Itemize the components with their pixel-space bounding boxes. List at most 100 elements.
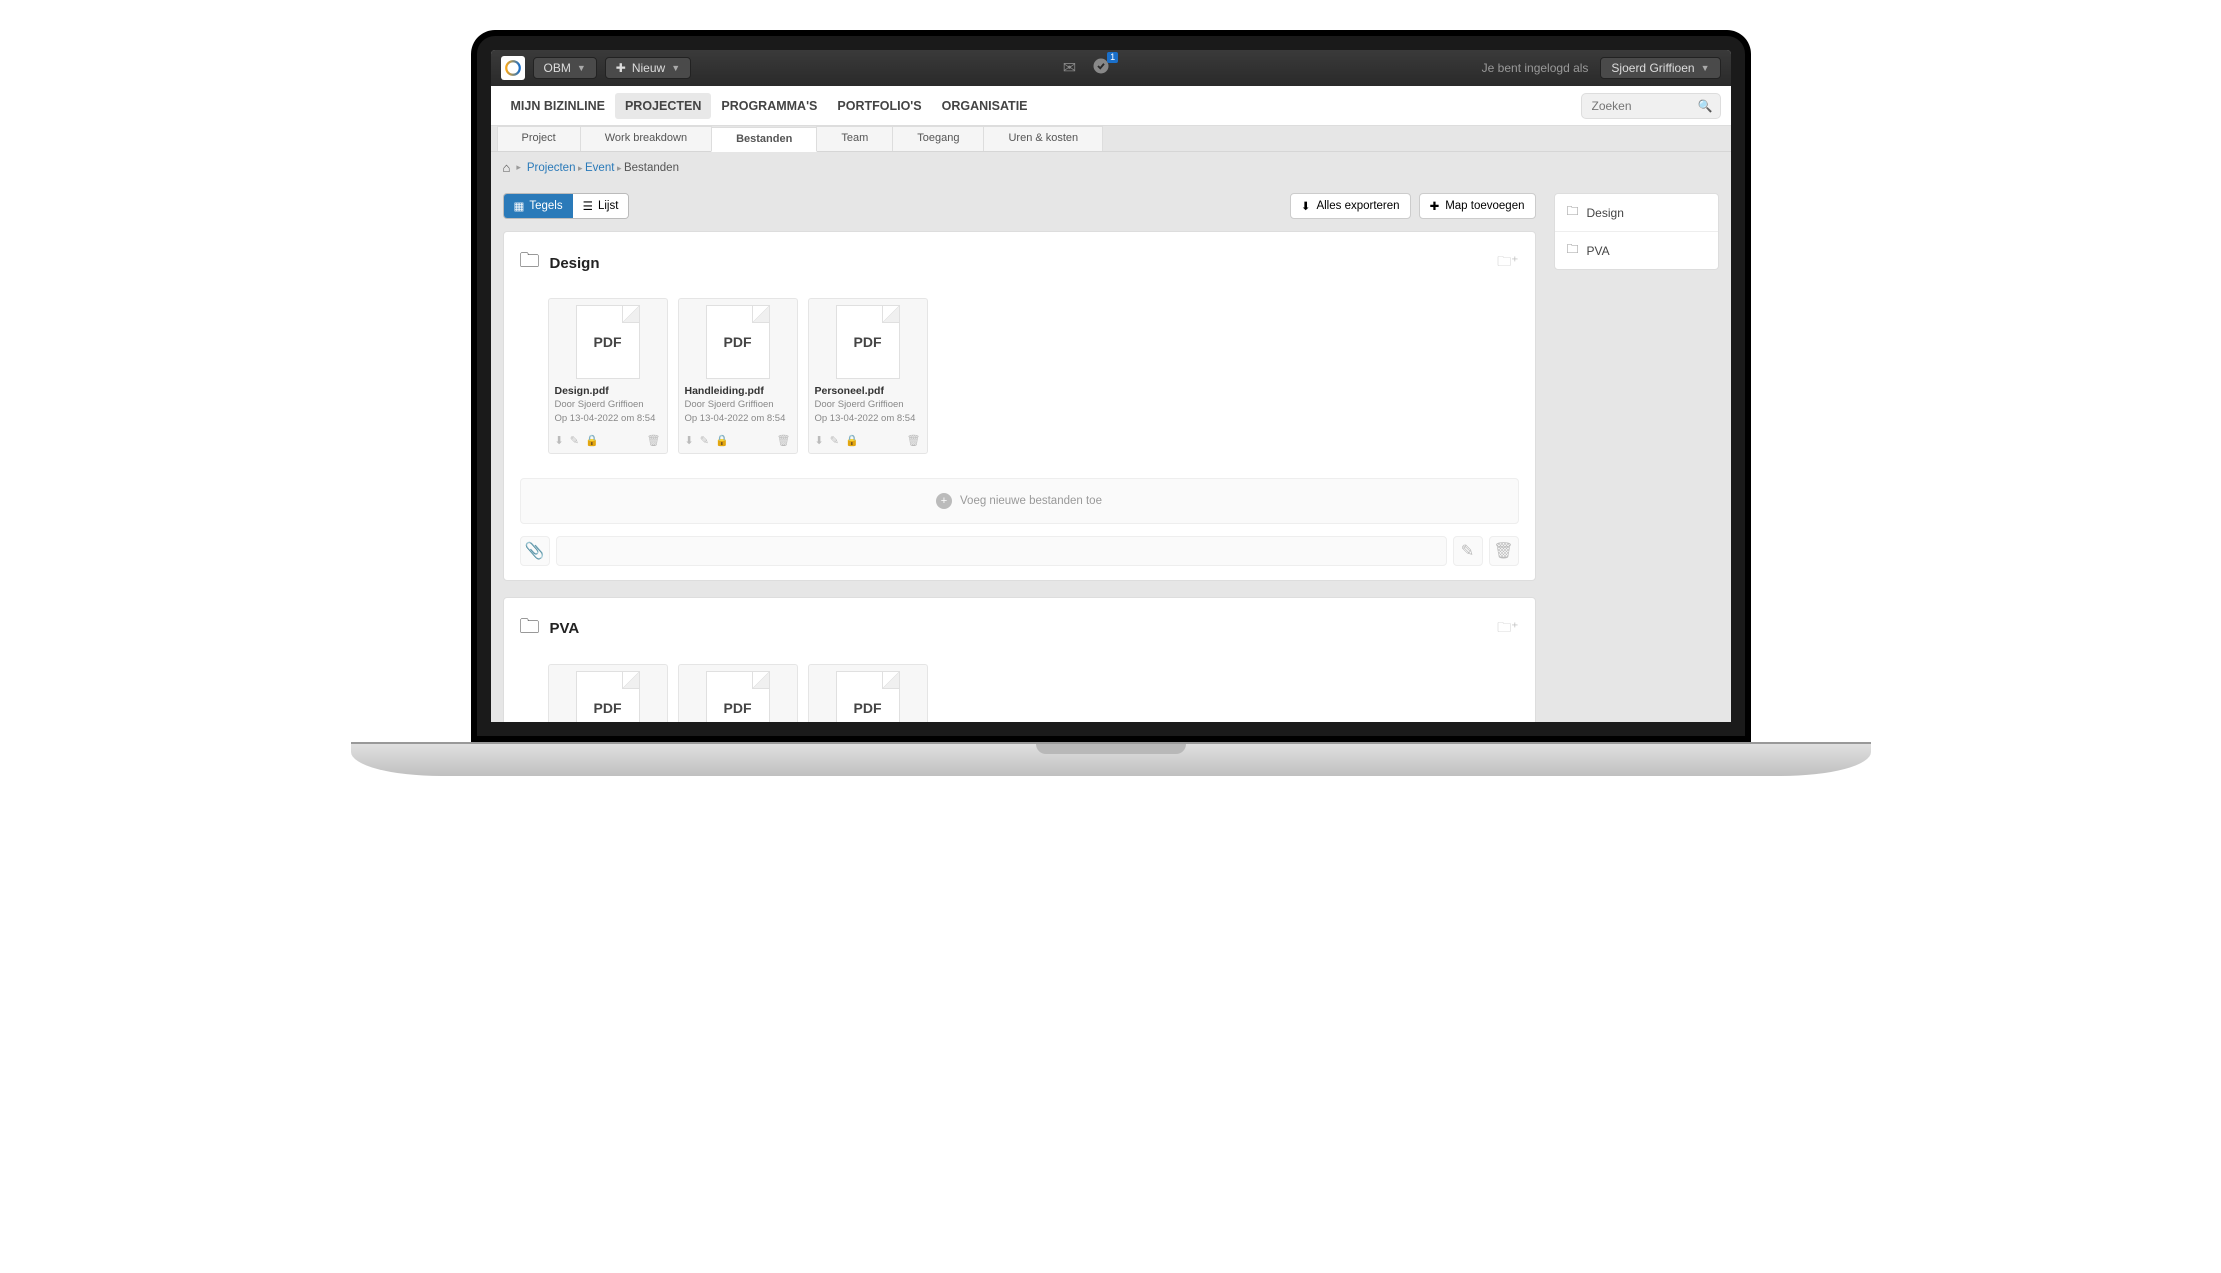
edit-icon[interactable]: ✎ bbox=[830, 434, 839, 447]
file-thumb: PDF bbox=[706, 671, 770, 722]
folder-title: Design bbox=[550, 255, 600, 272]
download-icon[interactable]: ⬇ bbox=[815, 434, 824, 447]
list-icon: ☰ bbox=[583, 199, 593, 213]
nav-item[interactable]: MIJN BIZINLINE bbox=[501, 93, 615, 119]
add-subfolder-icon[interactable]: 🗀⁺ bbox=[1497, 251, 1518, 275]
add-files-label: Voeg nieuwe bestanden toe bbox=[960, 495, 1102, 507]
subtab[interactable]: Toegang bbox=[892, 126, 984, 151]
folder-sidebar: 🗀Design🗀PVA bbox=[1554, 193, 1719, 270]
caret-down-icon: ▼ bbox=[577, 63, 586, 73]
view-list-button[interactable]: ☰ Lijst bbox=[573, 194, 629, 218]
subtab[interactable]: Uren & kosten bbox=[983, 126, 1103, 151]
view-tiles-label: Tegels bbox=[529, 200, 562, 212]
home-icon[interactable]: ⌂ bbox=[503, 160, 511, 175]
trash-icon[interactable]: 🗑 bbox=[647, 434, 661, 447]
trash-icon[interactable]: 🗑 bbox=[907, 434, 921, 447]
file-tile[interactable]: PDF Handleiding.pdf Door Sjoerd Griffioen O… bbox=[678, 298, 798, 454]
subtab[interactable]: Project bbox=[497, 126, 581, 151]
notification-badge: 1 bbox=[1107, 52, 1118, 63]
chevron-right-icon: ▸ bbox=[575, 163, 585, 173]
plus-icon: + bbox=[936, 493, 952, 509]
view-tiles-button[interactable]: ▦ Tegels bbox=[504, 194, 573, 218]
folder-panel: 🗀PVA🗀⁺PDFHandleiding.pdfDoor Sjoerd Grif… bbox=[503, 597, 1536, 722]
download-icon[interactable]: ⬇ bbox=[555, 434, 564, 447]
file-thumb: PDF bbox=[836, 671, 900, 722]
sidebar-folder-item[interactable]: 🗀 PVA bbox=[1555, 232, 1718, 269]
file-tile[interactable]: PDFLocaties.pdfDoor Sjoerd GriffioenOp 1… bbox=[678, 664, 798, 722]
subtabs: ProjectWork breakdownBestandenTeamToegan… bbox=[491, 126, 1731, 152]
sidebar-folder-item[interactable]: 🗀Design bbox=[1555, 194, 1718, 232]
plus-icon: ✚ bbox=[616, 61, 626, 75]
tasks-icon[interactable]: 1 bbox=[1088, 57, 1114, 80]
add-folder-label: Map toevoegen bbox=[1445, 200, 1524, 212]
breadcrumb-link[interactable]: Event bbox=[585, 162, 614, 174]
caret-down-icon: ▼ bbox=[1701, 63, 1710, 73]
file-thumb: PDF bbox=[576, 305, 640, 379]
chevron-right-icon: ▸ bbox=[614, 163, 624, 173]
download-icon: ⬇ bbox=[1301, 199, 1311, 213]
view-list-label: Lijst bbox=[598, 200, 618, 212]
file-date: Op 13-04-2022 om 8:54 bbox=[815, 413, 921, 425]
file-tile[interactable]: PDFHandleiding.pdfDoor Sjoerd GriffioenO… bbox=[548, 664, 668, 722]
folder-title: PVA bbox=[550, 620, 580, 637]
caret-down-icon: ▼ bbox=[671, 63, 680, 73]
file-tile[interactable]: PDF Design.pdf Door Sjoerd Griffioen Op 13-… bbox=[548, 298, 668, 454]
download-icon[interactable]: ⬇ bbox=[685, 434, 694, 447]
add-subfolder-icon[interactable]: 🗀⁺ bbox=[1497, 617, 1518, 641]
grid-icon: ▦ bbox=[514, 199, 525, 213]
breadcrumb-current: Bestanden bbox=[624, 162, 679, 174]
add-folder-button[interactable]: ✚ Map toevoegen bbox=[1419, 193, 1536, 219]
mail-icon[interactable]: ✉ bbox=[1059, 58, 1080, 78]
plus-circle-icon: ✚ bbox=[1430, 199, 1440, 213]
file-name: Handleiding.pdf bbox=[685, 385, 791, 397]
file-date: Op 13-04-2022 om 8:54 bbox=[685, 413, 791, 425]
file-author: Door Sjoerd Griffioen bbox=[685, 399, 791, 411]
folder-panel: 🗀 Design 🗀⁺ PDF Design.pdf Door Sjoerd Griffi… bbox=[503, 231, 1536, 581]
attach-icon[interactable]: 📎 bbox=[520, 536, 550, 566]
toolbar: ▦ Tegels ☰ Lijst ⬇ bbox=[503, 193, 1536, 219]
export-all-button[interactable]: ⬇ Alles exporteren bbox=[1290, 193, 1411, 219]
lock-icon[interactable]: 🔒 bbox=[715, 434, 729, 447]
folder-icon: 🗀 bbox=[1567, 202, 1579, 223]
file-thumb: PDF bbox=[706, 305, 770, 379]
subtab[interactable]: Bestanden bbox=[711, 127, 817, 152]
file-author: Door Sjoerd Griffioen bbox=[815, 399, 921, 411]
login-text: Je bent ingelogd als bbox=[1482, 61, 1589, 75]
lock-icon[interactable]: 🔒 bbox=[845, 434, 859, 447]
edit-icon[interactable]: ✎ bbox=[1453, 536, 1483, 566]
file-thumb: PDF bbox=[836, 305, 900, 379]
lock-icon[interactable]: 🔒 bbox=[585, 434, 599, 447]
breadcrumb: ⌂ ▸ Projecten ▸ Event ▸ Bestanden bbox=[491, 152, 1731, 183]
nav-item[interactable]: PROGRAMMA'S bbox=[711, 93, 827, 119]
subtab[interactable]: Team bbox=[816, 126, 893, 151]
nav-item[interactable]: ORGANISATIE bbox=[932, 93, 1038, 119]
file-thumb: PDF bbox=[576, 671, 640, 722]
file-author: Door Sjoerd Griffioen bbox=[555, 399, 661, 411]
breadcrumb-link[interactable]: Projecten bbox=[527, 162, 576, 174]
file-tile[interactable]: PDFPersoneel.pdfDoor Sjoerd GriffioenOp … bbox=[808, 298, 928, 454]
edit-icon[interactable]: ✎ bbox=[570, 434, 579, 447]
folder-icon: 🗀 bbox=[1567, 240, 1579, 261]
file-tile[interactable]: PDFPVA.pdfDoor Sjoerd GriffioenOp 13-04-… bbox=[808, 664, 928, 722]
note-input[interactable] bbox=[556, 536, 1447, 566]
new-label: Nieuw bbox=[632, 61, 665, 75]
file-date: Op 13-04-2022 om 8:54 bbox=[555, 413, 661, 425]
topbar: OBM ▼ ✚ Nieuw ▼ ✉ 1 Je bent in bbox=[491, 50, 1731, 86]
nav-item[interactable]: PROJECTEN bbox=[615, 93, 711, 119]
edit-icon[interactable]: ✎ bbox=[700, 434, 709, 447]
file-name: Design.pdf bbox=[555, 385, 661, 397]
nav-item[interactable]: PORTFOLIO'S bbox=[827, 93, 931, 119]
app-logo[interactable] bbox=[501, 56, 525, 80]
user-menu[interactable]: Sjoerd Griffioen ▼ bbox=[1600, 57, 1720, 79]
folder-icon: 🗀 bbox=[520, 246, 540, 280]
org-dropdown[interactable]: OBM ▼ bbox=[533, 57, 597, 79]
new-dropdown[interactable]: ✚ Nieuw ▼ bbox=[605, 57, 691, 79]
navbar: MIJN BIZINLINEPROJECTENPROGRAMMA'SPORTFO… bbox=[491, 86, 1731, 126]
subtab[interactable]: Work breakdown bbox=[580, 126, 712, 151]
sidebar-folder-label: PVA bbox=[1587, 244, 1610, 258]
trash-icon[interactable]: 🗑 bbox=[777, 434, 791, 447]
export-label: Alles exporteren bbox=[1316, 200, 1399, 212]
user-name: Sjoerd Griffioen bbox=[1611, 61, 1694, 75]
add-files-button[interactable]: + Voeg nieuwe bestanden toe bbox=[520, 478, 1519, 524]
trash-icon[interactable]: 🗑 bbox=[1489, 536, 1519, 566]
